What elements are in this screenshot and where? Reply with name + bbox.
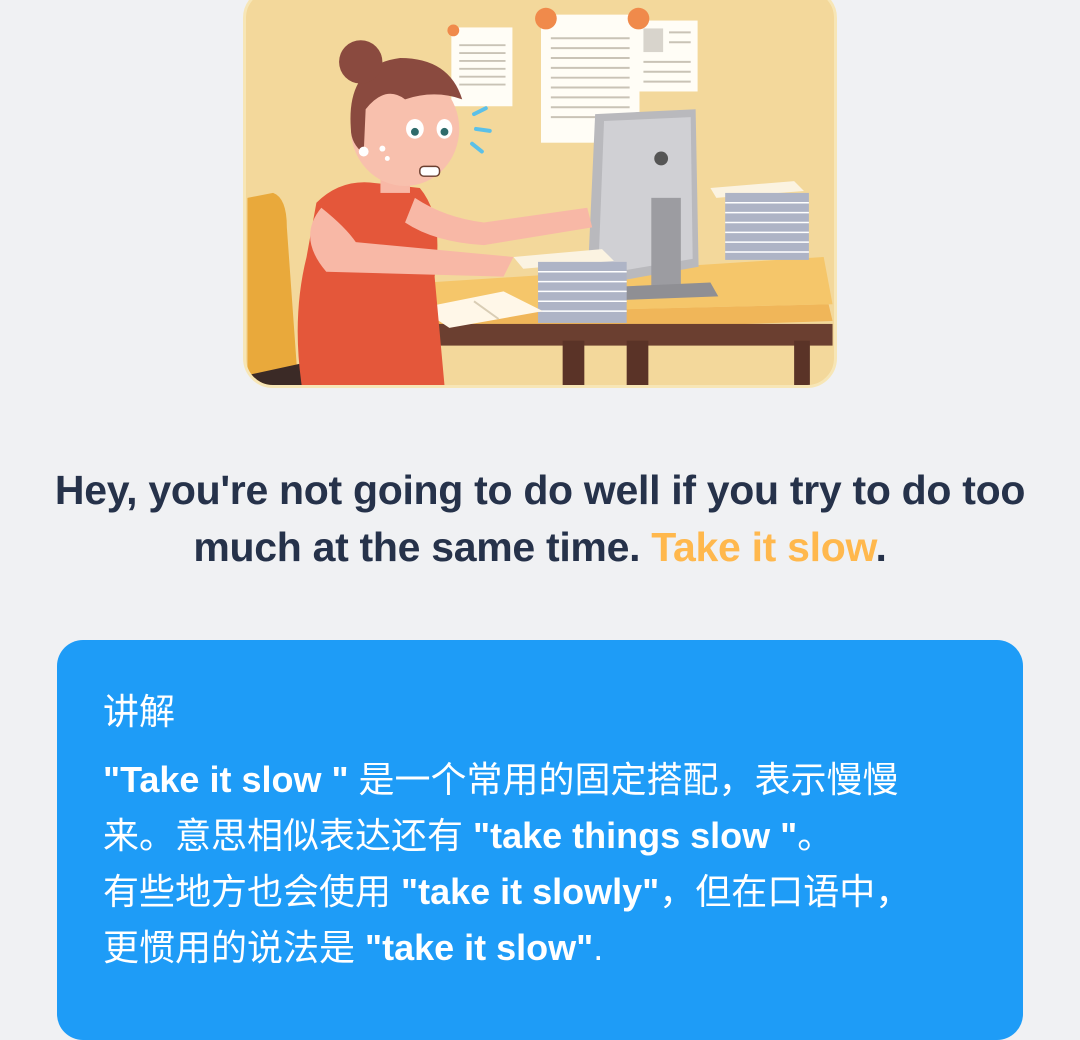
explanation-card: 讲解 "Take it slow " 是一个常用的固定搭配，表示慢慢 来。意思相… <box>57 640 1023 1040</box>
explanation-line-3: 有些地方也会使用 "take it slowly"，但在口语中， <box>103 864 983 920</box>
explanation-heading: 讲解 <box>103 691 176 732</box>
explanation-text: 更惯用的说法是 <box>103 927 366 968</box>
explanation-line-2: 来。意思相似表达还有 "take things slow "。 <box>103 808 983 864</box>
sentence-period: . <box>875 524 887 570</box>
phrase-take-it-slow: "Take it slow " <box>103 759 349 800</box>
explanation-text: 来。意思相似表达还有 <box>103 815 474 856</box>
illustration-svg <box>247 0 833 385</box>
explanation-line-1: "Take it slow " 是一个常用的固定搭配，表示慢慢 <box>103 752 983 808</box>
explanation-body: "Take it slow " 是一个常用的固定搭配，表示慢慢 来。意思相似表达… <box>103 752 983 976</box>
explanation-text: 。 <box>797 815 834 856</box>
explanation-line-4: 更惯用的说法是 "take it slow". <box>103 920 983 976</box>
sentence-line-1: Hey, you're not going to do well if you … <box>54 467 1026 513</box>
example-sentence: Hey, you're not going to do well if you … <box>40 462 1040 576</box>
phrase-take-it-slow-common: "take it slow" <box>365 927 594 968</box>
phrase-take-things-slow: "take things slow " <box>473 815 798 856</box>
woman-stressed-at-desk-illustration <box>243 0 837 388</box>
explanation-text: . <box>593 927 604 968</box>
highlighted-phrase: Take it slow <box>651 524 876 570</box>
explanation-text: ，但在口语中， <box>659 871 912 912</box>
sentence-line-2: much at the same time. <box>193 524 652 570</box>
explanation-text: 是一个常用的固定搭配，表示慢慢 <box>348 759 899 800</box>
phrase-take-it-slowly: "take it slowly" <box>401 871 660 912</box>
explanation-text: 有些地方也会使用 <box>103 871 402 912</box>
